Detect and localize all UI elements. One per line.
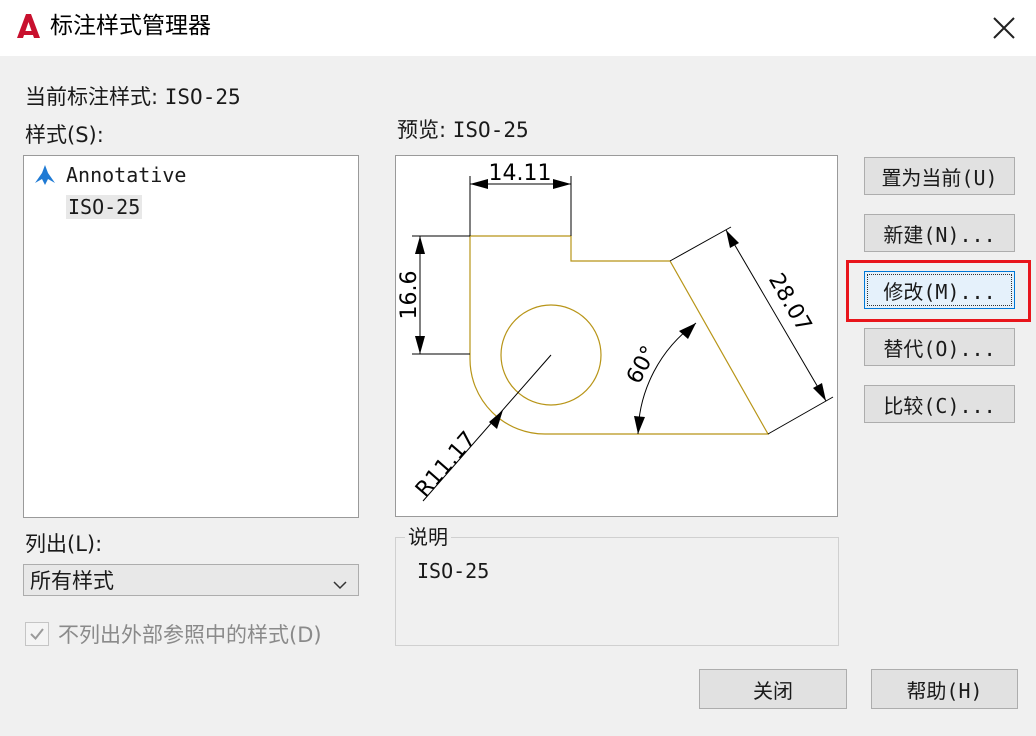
dim-text-horizontal: 14.11 bbox=[489, 161, 552, 186]
help-button[interactable]: 帮助(H) bbox=[871, 669, 1018, 709]
dim-text-angle: 60° bbox=[622, 342, 662, 388]
dimension-lines bbox=[412, 176, 834, 502]
description-legend: 说明 bbox=[405, 524, 451, 550]
new-style-button[interactable]: 新建(N)... bbox=[864, 214, 1015, 252]
description-group bbox=[395, 537, 839, 646]
list-filter-value: 所有样式 bbox=[30, 569, 114, 593]
window-title: 标注样式管理器 bbox=[50, 13, 211, 39]
title-bar: 标注样式管理器 bbox=[0, 0, 1036, 56]
preview-style-name: ISO-25 bbox=[452, 118, 529, 142]
current-style-label: 当前标注样式: bbox=[25, 85, 159, 109]
style-item-label: ISO-25 bbox=[66, 195, 143, 219]
override-style-button[interactable]: 替代(O)... bbox=[864, 328, 1015, 366]
dim-text-radius: R11.17 bbox=[411, 427, 481, 502]
close-window-button[interactable] bbox=[984, 9, 1024, 47]
preview-label-row: 预览: ISO-25 bbox=[397, 117, 529, 143]
modify-style-button[interactable]: 修改(M)... bbox=[864, 271, 1015, 309]
checkmark-icon bbox=[30, 628, 44, 641]
exclude-xref-checkbox[interactable] bbox=[25, 622, 49, 646]
exclude-xref-label: 不列出外部参照中的样式(D) bbox=[58, 623, 322, 647]
set-current-button[interactable]: 置为当前(U) bbox=[864, 157, 1015, 195]
list-filter-select[interactable]: 所有样式 bbox=[23, 564, 359, 596]
dimension-arrows bbox=[415, 179, 826, 434]
style-item-iso-25[interactable]: ISO-25 bbox=[24, 191, 143, 223]
style-item-label: Annotative bbox=[66, 163, 187, 187]
current-style-value: ISO-25 bbox=[164, 85, 241, 109]
description-value: ISO-25 bbox=[417, 559, 490, 583]
preview-drawing: 14.11 16.6 28.07 60° R11.17 bbox=[397, 161, 834, 502]
part-outline bbox=[469, 235, 770, 435]
close-icon bbox=[993, 17, 1015, 39]
autocad-logo-icon bbox=[14, 12, 42, 40]
preview-label: 预览: bbox=[397, 118, 447, 142]
dim-text-aligned: 28.07 bbox=[763, 269, 816, 336]
style-item-annotative[interactable]: Annotative bbox=[24, 159, 186, 191]
preview-pane: 14.11 16.6 28.07 60° R11.17 bbox=[395, 155, 838, 517]
list-filter-label: 列出(L): bbox=[25, 532, 103, 556]
close-button[interactable]: 关闭 bbox=[699, 669, 847, 709]
style-list[interactable]: Annotative ISO-25 bbox=[23, 155, 359, 518]
compare-styles-button[interactable]: 比较(C)... bbox=[864, 385, 1015, 423]
current-style-row: 当前标注样式: ISO-25 bbox=[25, 84, 241, 110]
chevron-down-icon bbox=[332, 573, 348, 597]
dim-text-vertical: 16.6 bbox=[397, 271, 422, 320]
styles-label: 样式(S): bbox=[25, 123, 104, 147]
annotative-icon bbox=[24, 164, 66, 186]
